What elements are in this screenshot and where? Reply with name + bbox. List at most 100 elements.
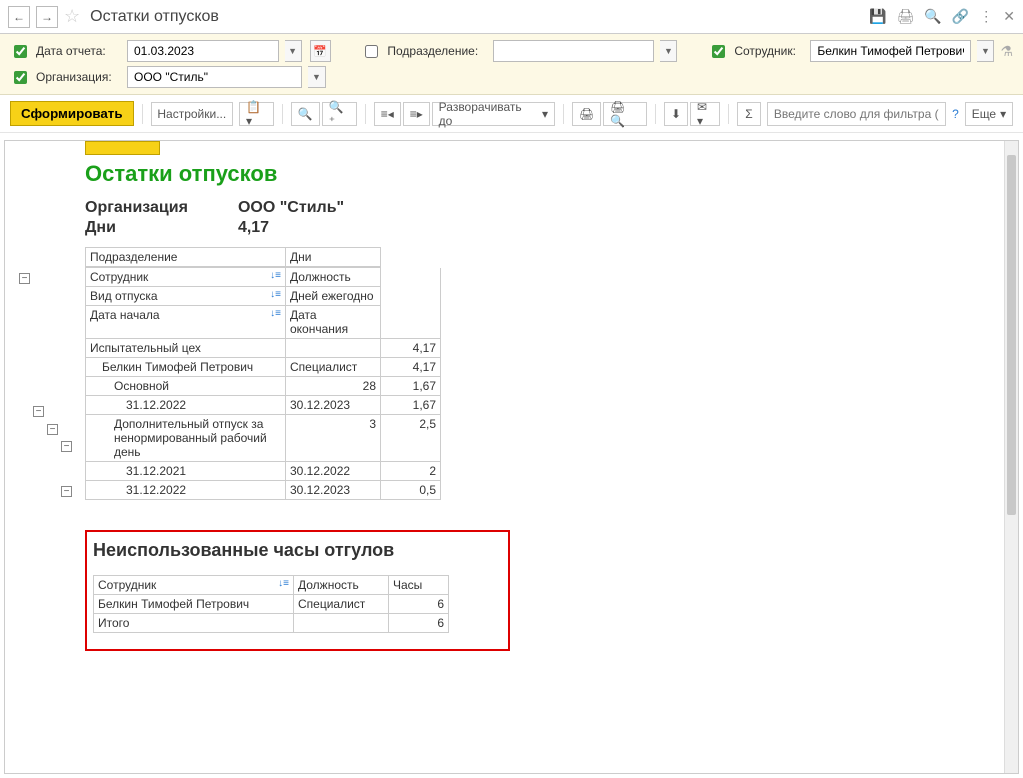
generate-button[interactable]: Сформировать bbox=[10, 101, 134, 126]
filter-word-input[interactable] bbox=[767, 102, 946, 126]
vertical-scrollbar[interactable] bbox=[1004, 141, 1018, 773]
unused-hours-section: Неиспользованные часы отгулов Сотрудник↓… bbox=[85, 530, 510, 651]
nav-forward-button[interactable]: → bbox=[36, 6, 58, 28]
dept-label: Подразделение: bbox=[387, 44, 487, 58]
report-date-input[interactable] bbox=[132, 43, 274, 59]
print-icon[interactable]: 🖨 bbox=[897, 8, 915, 25]
dept-dropdown[interactable]: ▼ bbox=[660, 40, 677, 62]
days-header-label: Дни bbox=[85, 219, 198, 239]
dept-checkbox[interactable] bbox=[365, 45, 378, 58]
table-row[interactable]: Основной281,67 bbox=[86, 377, 441, 396]
org-label: Организация: bbox=[36, 70, 121, 84]
emp-label: Сотрудник: bbox=[734, 44, 804, 58]
col-type[interactable]: Вид отпуска↓≡ bbox=[86, 287, 286, 306]
report-area: − − − − − Остатки отпусков Организация О… bbox=[4, 140, 1019, 774]
toolbar: Сформировать Настройки... 📋▾ 🔍 🔍⁺ ≡◂ ≡▸ … bbox=[0, 95, 1023, 133]
settings-button[interactable]: Настройки... bbox=[151, 102, 234, 126]
total-label: Итого bbox=[94, 614, 294, 633]
sum-button[interactable]: Σ bbox=[737, 102, 761, 126]
tree-node-type2[interactable]: − bbox=[61, 486, 72, 497]
col-dept: Подразделение bbox=[86, 248, 286, 267]
col2-hours: Часы bbox=[389, 576, 449, 595]
col2-pos: Должность bbox=[294, 576, 389, 595]
col2-emp[interactable]: Сотрудник↓≡ bbox=[94, 576, 294, 595]
main-data-table: Подразделение Дни bbox=[85, 247, 381, 267]
col-emp[interactable]: Сотрудник↓≡ bbox=[86, 268, 286, 287]
report-date-checkbox[interactable] bbox=[14, 45, 27, 58]
org-checkbox[interactable] bbox=[14, 71, 27, 84]
titlebar: ← → ☆ Остатки отпусков 💾 🖨 🔍 🔗 ⋮ ✕ bbox=[0, 0, 1023, 34]
table-row[interactable]: Белкин Тимофей ПетровичСпециалист6 bbox=[94, 595, 449, 614]
table-row[interactable]: Белкин Тимофей ПетровичСпециалист4,17 bbox=[86, 358, 441, 377]
org-input[interactable] bbox=[132, 69, 297, 85]
col-yearly: Дней ежегодно bbox=[286, 287, 381, 306]
days-header-value: 4,17 bbox=[198, 219, 354, 239]
col-days: Дни bbox=[286, 248, 381, 267]
table-row[interactable]: Испытательный цех4,17 bbox=[86, 339, 441, 358]
table-row[interactable]: 31.12.202130.12.20222 bbox=[86, 462, 441, 481]
tree-node-emp[interactable]: − bbox=[47, 424, 58, 435]
org-input-wrap bbox=[127, 66, 302, 88]
tree-node-dept[interactable]: − bbox=[33, 406, 44, 417]
scrollbar-thumb[interactable] bbox=[1007, 155, 1016, 515]
print-preview-button[interactable]: 🖨🔍 bbox=[603, 102, 647, 126]
sort-icon: ↓≡ bbox=[270, 308, 281, 319]
report-date-calendar[interactable]: 📅 bbox=[310, 40, 331, 62]
link-icon[interactable]: 🔗 bbox=[952, 8, 969, 25]
content-corner-marker bbox=[85, 141, 160, 155]
emp-input[interactable] bbox=[815, 43, 966, 59]
favorite-icon[interactable]: ☆ bbox=[64, 6, 80, 27]
dept-input[interactable] bbox=[498, 43, 649, 59]
report-date-label: Дата отчета: bbox=[36, 44, 121, 58]
table-row[interactable]: 31.12.202230.12.20230,5 bbox=[86, 481, 441, 500]
report-title: Остатки отпусков bbox=[85, 161, 994, 187]
col-position: Должность bbox=[286, 268, 381, 287]
filter-panel: Дата отчета: ▼ 📅 Подразделение: ▼ Сотруд… bbox=[0, 34, 1023, 95]
unused-hours-table: Сотрудник↓≡ Должность Часы Белкин Тимофе… bbox=[93, 575, 449, 633]
filter-row-1: Дата отчета: ▼ 📅 Подразделение: ▼ Сотруд… bbox=[10, 40, 1013, 62]
sort-icon: ↓≡ bbox=[278, 578, 289, 589]
close-icon[interactable]: ✕ bbox=[1003, 8, 1015, 25]
col-start[interactable]: Дата начала↓≡ bbox=[86, 306, 286, 339]
tree-node-root[interactable]: − bbox=[19, 273, 30, 284]
sort-icon: ↓≡ bbox=[270, 270, 281, 281]
table-header-row: Подразделение Дни bbox=[86, 248, 381, 267]
report-date-dropdown[interactable]: ▼ bbox=[285, 40, 302, 62]
filter-funnel-icon[interactable]: ⚗ bbox=[1000, 43, 1013, 60]
print-button[interactable]: 🖨 bbox=[572, 102, 601, 126]
find-button[interactable]: 🔍 bbox=[291, 102, 320, 126]
report-content: Остатки отпусков Организация ООО "Стиль"… bbox=[85, 141, 1004, 773]
tree-node-type1[interactable]: − bbox=[61, 441, 72, 452]
table-row[interactable]: Дополнительный отпуск за ненормированный… bbox=[86, 415, 441, 462]
sort-icon: ↓≡ bbox=[270, 289, 281, 300]
unused-hours-title: Неиспользованные часы отгулов bbox=[93, 540, 502, 561]
find-next-button[interactable]: 🔍⁺ bbox=[322, 102, 357, 126]
org-dropdown[interactable]: ▼ bbox=[308, 66, 326, 88]
nav-back-button[interactable]: ← bbox=[8, 6, 30, 28]
expand-to-button[interactable]: Разворачивать до ▾ bbox=[432, 102, 555, 126]
filter-row-2: Организация: ▼ bbox=[10, 66, 1013, 88]
copy-settings-button[interactable]: 📋▾ bbox=[239, 102, 274, 126]
save-icon[interactable]: 💾 bbox=[869, 8, 886, 25]
expand-button[interactable]: ≡◂ bbox=[374, 102, 401, 126]
tree-gutter: − − − − − bbox=[5, 141, 85, 773]
total-value: 6 bbox=[389, 614, 449, 633]
collapse-button[interactable]: ≡▸ bbox=[403, 102, 430, 126]
col-end: Дата окончания bbox=[286, 306, 381, 339]
report-header-table: Организация ООО "Стиль" Дни 4,17 bbox=[85, 199, 354, 239]
page-title: Остатки отпусков bbox=[90, 8, 863, 26]
table-row[interactable]: 31.12.202230.12.20231,67 bbox=[86, 396, 441, 415]
preview-icon[interactable]: 🔍 bbox=[924, 8, 941, 25]
org-header-value: ООО "Стиль" bbox=[198, 199, 354, 219]
more-icon[interactable]: ⋮ bbox=[979, 8, 993, 25]
emp-checkbox[interactable] bbox=[712, 45, 725, 58]
more-button[interactable]: Еще ▾ bbox=[965, 102, 1013, 126]
save-button[interactable]: ⬇ bbox=[664, 102, 688, 126]
main-data-table-body: Сотрудник↓≡ Должность Вид отпуска↓≡ Дней… bbox=[85, 267, 441, 500]
report-date-input-wrap bbox=[127, 40, 279, 62]
email-button[interactable]: ✉▾ bbox=[690, 102, 720, 126]
emp-input-wrap bbox=[810, 40, 971, 62]
help-icon[interactable]: ? bbox=[952, 107, 959, 121]
emp-dropdown[interactable]: ▼ bbox=[977, 40, 994, 62]
dept-input-wrap bbox=[493, 40, 654, 62]
